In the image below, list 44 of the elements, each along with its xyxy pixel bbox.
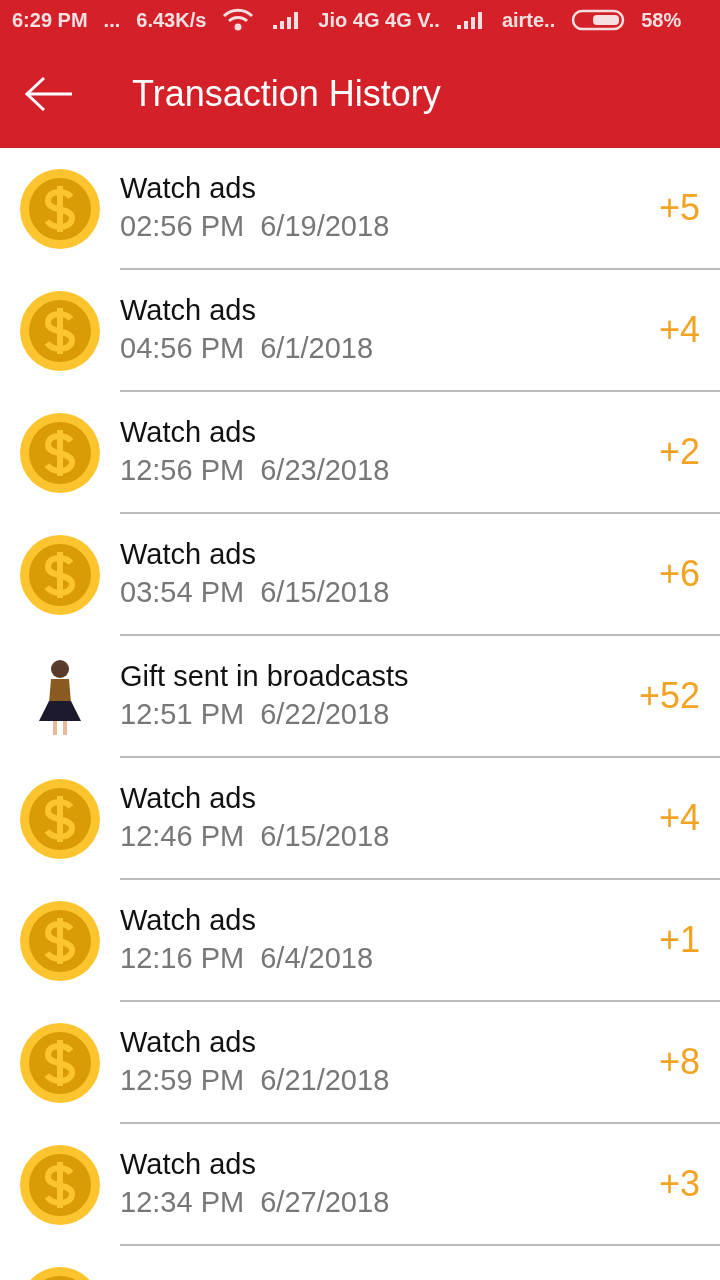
- coin-icon: [20, 291, 100, 371]
- transaction-amount: +1: [658, 918, 700, 962]
- transaction-title: Watch ads: [120, 171, 257, 207]
- coin-icon: [20, 169, 100, 249]
- transaction-time: 12:46 PM 6/15/2018: [120, 819, 391, 854]
- transaction-time: 04:56 PM 6/1/2018: [120, 331, 375, 366]
- transaction-amount: +2: [658, 430, 700, 474]
- transaction-title: Watch ads: [120, 903, 257, 939]
- transaction-title: Watch ads: [120, 537, 257, 573]
- transaction-time: 12:56 PM 6/23/2018: [120, 453, 391, 488]
- transaction-time: 12:51 PM 6/22/2018: [120, 697, 391, 732]
- coin-icon: [20, 901, 100, 981]
- transaction-amount: +6: [658, 552, 700, 596]
- transaction-amount: +52: [638, 674, 700, 718]
- transaction-time: 12:16 PM 6/4/2018: [120, 941, 375, 976]
- transaction-amount: +8: [658, 1040, 700, 1084]
- transaction-amount: +5: [658, 186, 700, 230]
- battery-percent: 58%: [641, 8, 682, 33]
- transaction-title: Watch ads: [120, 293, 257, 329]
- clock-text: 6:29 PM: [12, 8, 88, 33]
- coin-icon: [20, 1023, 100, 1103]
- transaction-amount: +3: [658, 1162, 700, 1206]
- transaction-title: Watch ads: [120, 1147, 257, 1183]
- transaction-title: Gift sent in broadcasts: [120, 659, 410, 695]
- transaction-time: 12:59 PM 6/21/2018: [120, 1063, 391, 1098]
- network-speed: 6.43K/s: [136, 8, 207, 33]
- coin-icon: [20, 535, 100, 615]
- coin-icon: [20, 779, 100, 859]
- transaction-title: Watch ads: [120, 415, 257, 451]
- transaction-time: 02:56 PM 6/19/2018: [120, 209, 391, 244]
- screen-title: Transaction History: [132, 72, 441, 116]
- notification-dots: ...: [103, 8, 121, 33]
- transaction-title: Watch ads: [120, 781, 257, 817]
- transaction-time: 12:34 PM 6/27/2018: [120, 1185, 391, 1220]
- carrier-name: Jio 4G 4G V..: [318, 8, 440, 33]
- carrier-name: airte..: [501, 8, 556, 33]
- transaction-time: 03:54 PM 6/15/2018: [120, 575, 391, 610]
- coin-icon: [20, 413, 100, 493]
- transaction-amount: +4: [658, 796, 700, 840]
- transaction-amount: +4: [658, 308, 700, 352]
- back-arrow-icon[interactable]: [24, 76, 74, 112]
- battery-icon: [571, 9, 626, 31]
- transaction-title: Watch ads: [120, 1025, 257, 1061]
- coin-icon: [20, 1145, 100, 1225]
